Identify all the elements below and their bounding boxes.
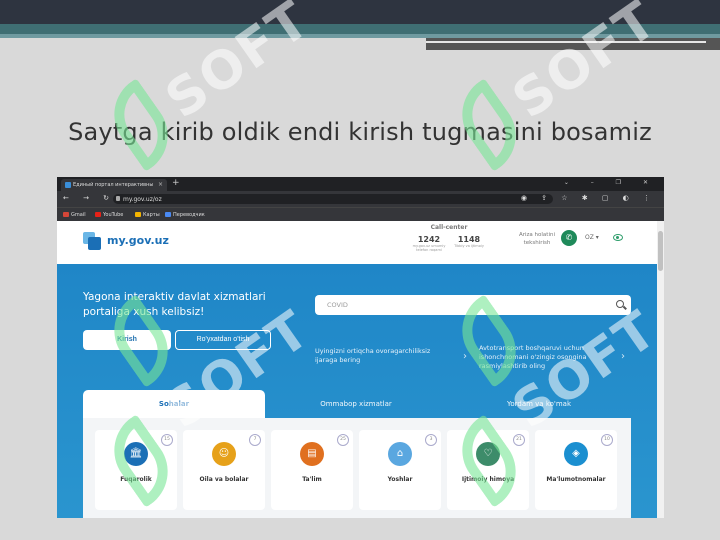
tab-title: Единый портал интерактивны [73,182,154,188]
stack-icon: ◈ [564,442,588,466]
address-bar[interactable]: my.gov.uz/oz [113,194,553,204]
bookmark-label: YouTube [103,212,124,218]
page-scrollbar[interactable] [657,221,664,518]
browser-toolbar: ← → ↻ ⌂ my.gov.uz/oz ◉ ⇪ ☆ ✱ ▢ ◐ ⋮ [57,191,664,207]
phone-icon[interactable]: ✆ [561,230,577,246]
gmail-icon [63,212,69,217]
logo-icon[interactable] [83,232,101,250]
bookmark-translate[interactable]: Переводчик [165,212,205,218]
tab-popular-services[interactable]: Ommabop xizmatlar [265,390,447,418]
category-card[interactable]: 3 ⌂ Yoshlar [359,430,441,510]
card-label: Oila va bolalar [199,476,249,483]
favicon-icon [65,182,71,188]
call-center-number[interactable]: 1242 my.gov.uz umumiy telefon raqami [409,235,449,252]
card-count: 7 [249,434,261,446]
bookmark-label: Gmail [71,212,86,218]
youth-icon: ⌂ [388,442,412,466]
card-label: Ma'lumotnomalar [546,476,606,483]
category-card[interactable]: 25 ▤ Ta'lim [271,430,353,510]
card-count: 10 [601,434,613,446]
category-card[interactable]: 7 ☺ Oila va bolalar [183,430,265,510]
card-label: Ta'lim [302,476,322,483]
lock-icon [116,196,120,201]
category-card[interactable]: 10 ◈ Ma'lumotnomalar [535,430,617,510]
browser-tab[interactable]: Единый портал интерактивны × [61,179,167,191]
scroll-thumb[interactable] [658,231,663,271]
card-count: 15 [161,434,173,446]
bookmark-maps[interactable]: Карты [135,212,160,218]
extension-icons[interactable]: ◉ ⇪ ☆ ✱ ▢ ◐ ⋮ [521,194,656,202]
promo-link[interactable]: Uyingizni ortiqcha ovoragarchiliksiz ija… [315,347,451,365]
close-tab-icon[interactable]: × [158,181,163,188]
chevron-right-icon[interactable]: › [463,351,467,362]
call-center-number[interactable]: 1148 Tibbiy va ijtimoiy [449,235,489,248]
site-header: my.gov.uz Call-center 1242 my.gov.uz umu… [57,221,657,265]
book-icon: ▤ [300,442,324,466]
bookmarks-bar: Gmail YouTube Карты Переводчик [57,207,664,221]
application-status-link[interactable]: Ariza holatini tekshirish [515,231,559,247]
card-count: 21 [513,434,525,446]
card-count: 3 [425,434,437,446]
translate-icon [165,212,171,217]
maps-icon [135,212,141,217]
window-controls[interactable]: ⌄ – ❐ ✕ [564,179,658,186]
slide-title: Saytga kirib oldik endi kirish tugmasini… [68,118,652,146]
family-icon: ☺ [212,442,236,466]
bookmark-youtube[interactable]: YouTube [95,212,123,218]
url-text: my.gov.uz/oz [123,196,162,203]
call-center: Call-center 1242 my.gov.uz umumiy telefo… [409,224,489,257]
site-logo[interactable]: my.gov.uz [107,234,169,247]
browser-tabbar: Единый портал интерактивны × + ⌄ – ❐ ✕ [57,177,664,191]
bookmark-gmail[interactable]: Gmail [63,212,86,218]
card-count: 25 [337,434,349,446]
call-center-title: Call-center [430,224,468,231]
card-label: Yoshlar [387,476,413,483]
new-tab-button[interactable]: + [172,178,180,188]
youtube-icon [95,212,101,217]
bookmark-label: Переводчик [173,212,205,218]
search-placeholder: COVID [327,301,348,309]
bookmark-label: Карты [143,212,160,218]
language-selector[interactable]: OZ ▾ [585,234,599,241]
accessibility-eye-icon[interactable] [613,234,623,241]
